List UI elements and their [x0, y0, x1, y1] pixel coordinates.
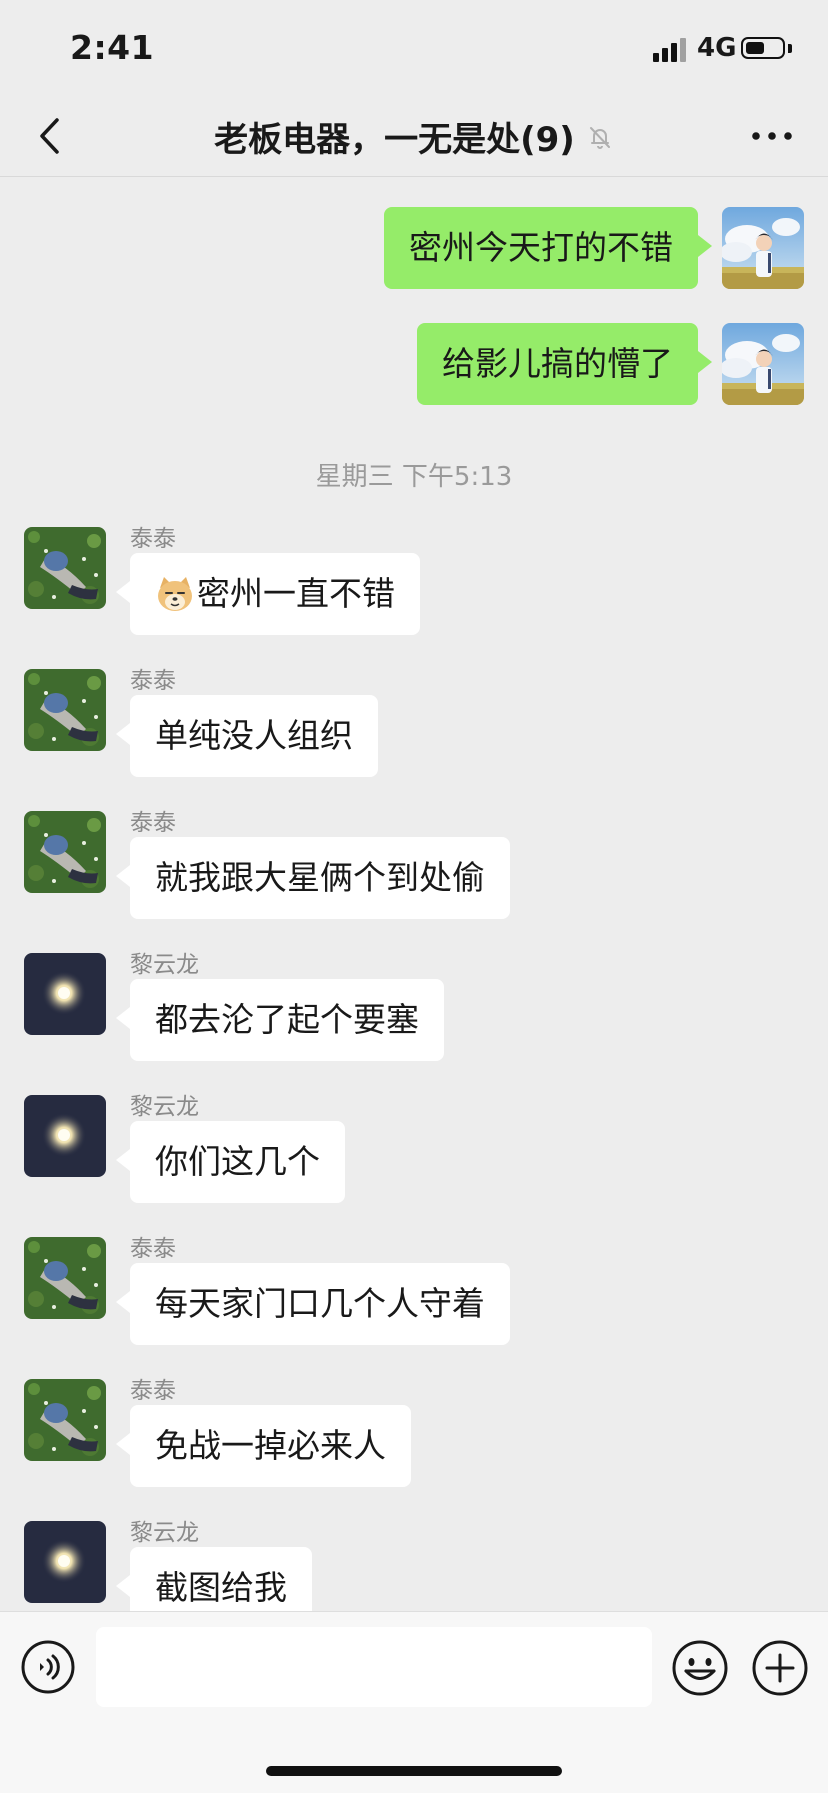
sender-name: 泰泰 [130, 668, 176, 694]
message-bubble-incoming[interactable]: 密州一直不错 [116, 553, 420, 635]
message-bubble-incoming[interactable]: 就我跟大星俩个到处偷 [116, 837, 510, 919]
message-bubble-incoming[interactable]: 都去沦了起个要塞 [116, 979, 444, 1061]
message-bubble-incoming[interactable]: 单纯没人组织 [116, 695, 378, 777]
avatar[interactable] [24, 1521, 106, 1603]
doge-emoji-icon [158, 576, 192, 611]
network-type: 4G [697, 33, 737, 63]
chat-title-wrap[interactable]: 老板电器，一无是处(9) [120, 112, 708, 161]
emoji-icon[interactable] [671, 1639, 729, 1697]
more-dots-icon[interactable] [746, 116, 798, 156]
plus-icon[interactable] [751, 1639, 809, 1697]
avatar[interactable] [24, 1379, 106, 1461]
battery-tip [788, 44, 792, 53]
status-time: 2:41 [70, 28, 155, 67]
sender-name: 黎云龙 [130, 952, 199, 978]
chat-header: 老板电器，一无是处(9) [0, 100, 828, 177]
sender-name: 黎云龙 [130, 1520, 199, 1546]
message-input[interactable] [96, 1627, 652, 1707]
message-bubble-outgoing[interactable]: 密州今天打的不错 [384, 207, 712, 289]
voice-icon[interactable] [20, 1639, 76, 1695]
mute-bell-icon [589, 126, 610, 149]
battery-icon [741, 37, 785, 59]
back-arrow-icon[interactable] [30, 114, 74, 158]
message-bubble-incoming[interactable]: 你们这几个 [116, 1121, 345, 1203]
sender-name: 泰泰 [130, 1236, 176, 1262]
signal-strength-icon [653, 38, 689, 62]
avatar[interactable] [24, 1237, 106, 1319]
avatar[interactable] [24, 811, 106, 893]
sender-name: 黎云龙 [130, 1094, 199, 1120]
sender-name: 泰泰 [130, 1378, 176, 1404]
home-indicator [266, 1766, 562, 1776]
message-list[interactable]: 密州今天打的不错 给影儿搞的懵了 星期三 下午5:13 泰泰 密州一直不错 泰泰… [0, 177, 828, 1611]
avatar[interactable] [24, 669, 106, 751]
avatar[interactable] [24, 527, 106, 609]
avatar[interactable] [722, 207, 804, 289]
sender-name: 泰泰 [130, 526, 176, 552]
avatar[interactable] [722, 323, 804, 405]
sender-name: 泰泰 [130, 810, 176, 836]
avatar[interactable] [24, 1095, 106, 1177]
message-text: 密州一直不错 [197, 574, 395, 613]
message-bubble-incoming[interactable]: 每天家门口几个人守着 [116, 1263, 510, 1345]
message-bubble-incoming[interactable]: 截图给我 [116, 1547, 312, 1611]
avatar[interactable] [24, 953, 106, 1035]
timestamp: 星期三 下午5:13 [315, 462, 513, 492]
chat-title: 老板电器，一无是处(9) [214, 120, 575, 160]
status-bar: 2:41 4G [0, 0, 828, 100]
message-bubble-incoming[interactable]: 免战一掉必来人 [116, 1405, 411, 1487]
message-bubble-outgoing[interactable]: 给影儿搞的懵了 [417, 323, 712, 405]
